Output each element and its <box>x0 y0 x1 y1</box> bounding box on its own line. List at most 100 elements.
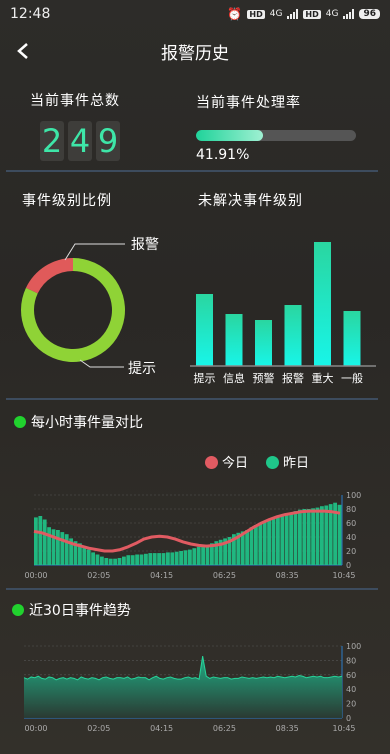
bar-category-label: 一般 <box>341 372 363 385</box>
level-ratio-title: 事件级别比例 <box>22 193 112 209</box>
x-tick-label: 08:35 <box>276 724 299 733</box>
hourly-bar <box>267 520 271 565</box>
hourly-bar <box>122 556 126 565</box>
processing-rate-bar <box>196 130 356 141</box>
hd-icon: HD <box>247 9 265 19</box>
bar <box>314 242 331 366</box>
hourly-bar <box>152 553 157 565</box>
hourly-bar <box>157 553 161 565</box>
x-tick-label: 02:05 <box>87 724 110 733</box>
y-tick-label: 100 <box>346 491 361 500</box>
hourly-bar <box>284 513 289 565</box>
hourly-bar <box>161 553 166 565</box>
hourly-bar <box>42 519 47 565</box>
page-title: 报警历史 <box>161 43 229 64</box>
total-events-section: 当前事件总数 2 4 9 <box>30 90 120 161</box>
hourly-bar <box>126 555 131 565</box>
hourly-bar <box>139 554 144 565</box>
trend-area <box>24 656 342 718</box>
hourly-bar <box>144 553 148 565</box>
bar-category-label: 预警 <box>253 371 275 385</box>
level-ratio-donut-chart: 报警提示 <box>21 237 159 377</box>
unresolved-level-title: 未解决事件级别 <box>198 193 303 209</box>
hourly-bar <box>183 550 188 565</box>
hourly-bar <box>324 505 329 565</box>
hourly-bar <box>306 509 311 565</box>
hourly-bar <box>196 546 201 565</box>
hourly-bar <box>64 534 69 565</box>
network-4g-icon: 4G <box>269 9 283 19</box>
hourly-compare-title-text: 每小时事件量对比 <box>31 415 143 431</box>
bar <box>343 311 361 366</box>
trend-30d-title-text: 近30日事件趋势 <box>29 603 131 619</box>
hourly-bar <box>51 529 56 565</box>
hourly-bar <box>289 512 293 565</box>
hourly-bar <box>47 527 51 565</box>
hourly-bar <box>95 554 100 565</box>
bar-category-label: 重大 <box>312 371 334 385</box>
status-time: 12:48 <box>10 6 51 22</box>
processing-rate-value: 41.91% <box>196 147 250 163</box>
x-tick-label: 02:05 <box>87 571 110 580</box>
bar-category-label: 提示 <box>194 372 216 385</box>
bar-category-label: 报警 <box>282 371 304 385</box>
hourly-bar <box>82 546 87 565</box>
green-dot-icon <box>12 604 24 616</box>
signal-icon-2 <box>343 9 355 19</box>
counter-digit: 4 <box>68 121 92 161</box>
hourly-bar <box>298 509 302 565</box>
status-bar: 12:48 ⏰ HD 4G HD 4G 96 <box>0 0 390 28</box>
processing-rate-fill <box>196 130 264 141</box>
bar <box>225 314 243 366</box>
legend-yesterday[interactable]: 昨日 <box>266 452 309 471</box>
hourly-bar <box>108 558 113 565</box>
y-tick-label: 0 <box>346 561 351 570</box>
divider <box>6 170 378 172</box>
hd-icon-2: HD <box>303 9 321 19</box>
hourly-bar <box>262 522 267 565</box>
hourly-bar <box>174 551 179 565</box>
hourly-bar <box>56 530 60 565</box>
y-tick-label: 20 <box>346 547 356 556</box>
hourly-bar <box>188 549 192 565</box>
hourly-bar <box>315 507 320 565</box>
donut-slice <box>25 258 73 294</box>
nav-bar: 报警历史 <box>0 28 390 74</box>
unresolved-level-bar-chart: 提示 信息 预警 报警 重大 一般 <box>190 242 376 385</box>
hourly-compare-chart: 0 20 40 60 80 100 00:00 02:05 04:15 06:25 08:35 10:… <box>24 491 361 580</box>
hourly-bar <box>148 553 153 565</box>
divider <box>6 588 378 590</box>
counter-digit: 9 <box>96 121 120 161</box>
y-tick-label: 60 <box>346 671 356 680</box>
trend-30d-chart: 0 20 40 60 80 100 00:00 02:05 04:15 06:25 08:35 10:… <box>23 642 361 733</box>
status-icons: ⏰ HD 4G HD 4G 96 <box>227 7 380 21</box>
counter-digit: 2 <box>40 121 64 161</box>
chevron-left-icon <box>17 43 28 59</box>
hourly-bar <box>302 509 307 565</box>
today-dot-icon <box>205 456 218 469</box>
y-tick-label: 40 <box>346 685 356 694</box>
yesterday-dot-icon <box>266 456 280 469</box>
x-tick-label: 10:45 <box>332 571 355 580</box>
x-tick-label: 10:45 <box>332 724 355 733</box>
leader-line <box>79 359 124 368</box>
x-tick-label: 00:00 <box>24 724 47 733</box>
y-tick-label: 60 <box>346 519 356 528</box>
back-button[interactable] <box>8 36 38 66</box>
bar <box>284 305 302 366</box>
alarm-clock-icon: ⏰ <box>227 7 243 21</box>
hourly-bar <box>166 552 170 565</box>
hourly-bar <box>320 506 324 565</box>
y-tick-label: 0 <box>346 714 351 723</box>
processing-rate-section: 当前事件处理率 41.91% <box>196 92 356 163</box>
trend-30d-title: 近30日事件趋势 <box>12 600 131 620</box>
donut-label: 提示 <box>128 361 156 377</box>
legend-today-label: 今日 <box>222 456 249 471</box>
x-tick-label: 04:15 <box>150 724 173 733</box>
x-tick-label: 04:15 <box>150 571 173 580</box>
legend-today[interactable]: 今日 <box>205 452 248 471</box>
hourly-bar <box>91 552 95 565</box>
total-events-counter: 2 4 9 <box>40 121 120 161</box>
hourly-bar <box>130 555 135 565</box>
hourly-bar <box>38 516 43 565</box>
